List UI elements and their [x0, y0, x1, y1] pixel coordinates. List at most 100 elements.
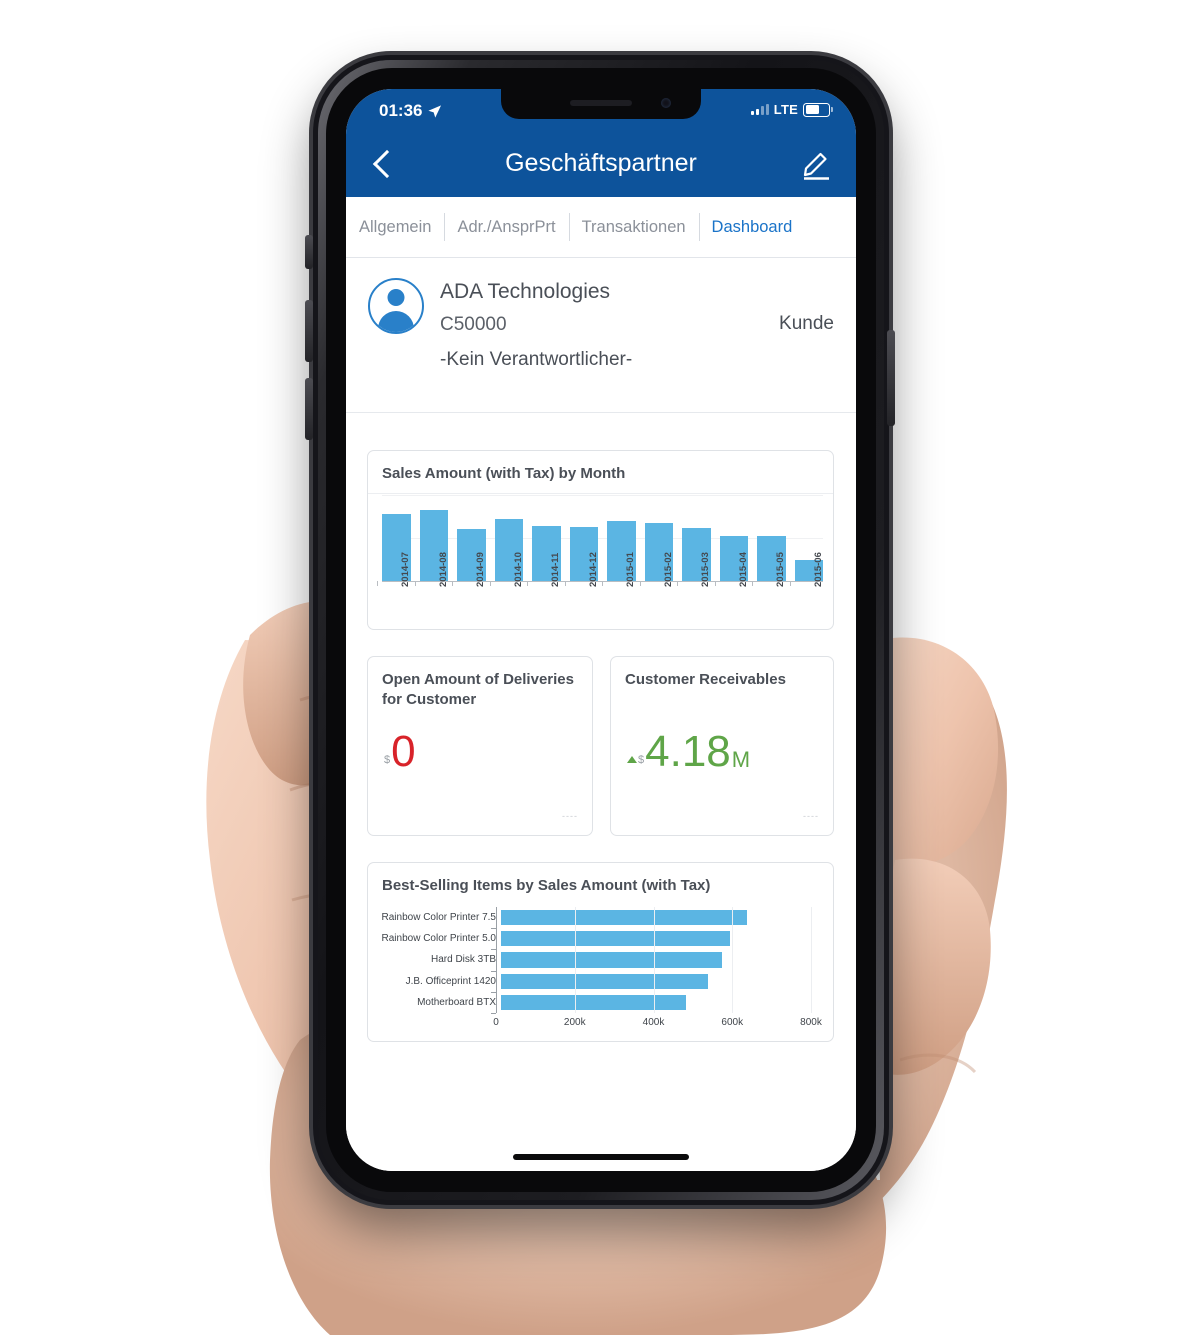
axis-tick-label: 2014-10	[512, 552, 524, 587]
tab-adr-ansprprt[interactable]: Adr./AnsprPrt	[444, 211, 568, 243]
card-customer-receivables[interactable]: Customer Receivables $ 4.18 M ----	[610, 656, 834, 836]
status-time-group: 01:36	[379, 101, 442, 121]
bar	[501, 931, 730, 947]
bar-label: Rainbow Color Printer 5.0	[381, 933, 497, 945]
bar-label: Rainbow Color Printer 7.5	[381, 912, 497, 924]
card-footer-marker: ----	[562, 811, 578, 821]
phone-notch	[501, 89, 701, 119]
axis-tick	[491, 970, 496, 972]
edit-button[interactable]	[800, 147, 840, 185]
bar-row: J.B. Officeprint 1420	[378, 971, 819, 992]
bar-row: Hard Disk 3TB	[378, 949, 819, 970]
bar	[501, 973, 708, 989]
axis-tick-label: 2015-04	[737, 552, 749, 587]
partner-name: ADA Technologies	[440, 280, 611, 303]
bar-row: Rainbow Color Printer 5.0	[378, 928, 819, 949]
cards-area: Sales Amount (with Tax) by Month 2014-07…	[346, 413, 856, 1113]
vertical-bar-chart: 2014-07 2014-08 2014-09 2014-10 2014-11 2014-…	[377, 495, 824, 623]
card-sales-by-month[interactable]: Sales Amount (with Tax) by Month 2014-07…	[367, 450, 834, 630]
gridline	[732, 907, 734, 1013]
gridline	[811, 907, 812, 1013]
axis-tick	[491, 928, 496, 930]
card-title: Best-Selling Items by Sales Amount (with…	[382, 877, 711, 894]
axis-tick-label: 2015-06	[812, 552, 824, 587]
tab-bar: Allgemein Adr./AnsprPrt Transaktionen Da…	[346, 197, 856, 258]
power-button[interactable]	[887, 330, 895, 426]
bar-row: Motherboard BTX	[378, 992, 819, 1013]
horizontal-bar-chart: Rainbow Color Printer 7.5 Rainbow Color P…	[378, 907, 822, 1031]
axis-tick-label: 2015-03	[700, 552, 712, 587]
kpi-number: 0	[391, 727, 416, 776]
partner-role-badge: Kunde	[779, 313, 834, 334]
gridline	[653, 907, 655, 1013]
bar-track	[501, 907, 819, 928]
tab-transaktionen[interactable]: Transaktionen	[568, 211, 699, 243]
gridline	[574, 907, 576, 1013]
axis-tick-label: 2014-11	[550, 552, 562, 587]
card-title: Customer Receivables	[625, 671, 786, 688]
pencil-edit-icon	[803, 152, 829, 180]
volume-down-button[interactable]	[305, 378, 313, 440]
triangle-up-icon	[627, 755, 637, 763]
earpiece-speaker	[570, 100, 632, 106]
status-time: 01:36	[379, 101, 423, 120]
axis-tick-label: 2014-09	[475, 552, 487, 587]
partner-owner: -Kein Verantwortlicher-	[440, 349, 633, 370]
signal-bars-icon	[750, 104, 769, 115]
card-title: Sales Amount (with Tax) by Month	[368, 451, 833, 494]
home-indicator[interactable]	[513, 1154, 689, 1160]
card-footer-marker: ----	[803, 811, 819, 821]
tab-allgemein[interactable]: Allgemein	[346, 211, 444, 243]
bar-series: Rainbow Color Printer 7.5 Rainbow Color P…	[378, 907, 819, 1013]
axis-tick	[491, 1013, 496, 1014]
navigation-bar: Geschäftspartner	[346, 133, 856, 197]
card-best-selling-items[interactable]: Best-Selling Items by Sales Amount (with…	[367, 862, 834, 1042]
card-open-amount-deliveries[interactable]: Open Amount of Deliveries for Customer $…	[367, 656, 593, 836]
kpi-unit: $	[638, 753, 645, 766]
kpi-value-group: $ 4.18 M	[627, 727, 751, 776]
axis-tick-label: 800k	[800, 1017, 822, 1028]
x-axis-labels: 2014-07 2014-08 2014-09 2014-10 2014-11 2014-…	[382, 552, 824, 623]
axis-tick	[491, 991, 496, 993]
x-axis-labels: 0 200k 400k 600k 800k	[493, 1017, 822, 1035]
bar	[501, 994, 686, 1010]
dashboard-content[interactable]: ADA Technologies C50000 Kunde -Kein Vera…	[346, 258, 856, 1171]
axis-tick-label: 2015-01	[625, 552, 637, 587]
axis-tick-label: 2014-07	[400, 552, 412, 587]
kpi-number: 4.18	[645, 727, 731, 776]
axis-tick-label: 2014-12	[587, 552, 599, 587]
bar-label: Motherboard BTX	[417, 996, 496, 1008]
bar-track	[501, 992, 819, 1013]
kpi-scale: M	[731, 746, 751, 772]
axis-tick-label: 600k	[721, 1017, 744, 1028]
bar-label: J.B. Officeprint 1420	[405, 975, 496, 987]
kpi-value-group: $ 0	[384, 727, 417, 776]
bar-row: Rainbow Color Printer 7.5	[378, 907, 819, 928]
location-arrow-icon	[428, 104, 442, 118]
axis-tick-label: 400k	[642, 1017, 665, 1028]
bar-label: Hard Disk 3TB	[430, 954, 496, 966]
mute-switch[interactable]	[305, 235, 313, 269]
axis-tick-label: 2014-08	[437, 552, 449, 587]
battery-icon	[803, 102, 833, 117]
bar-track	[501, 971, 819, 992]
volume-up-button[interactable]	[305, 300, 313, 362]
axis-tick	[491, 949, 496, 951]
phone-screen: 01:36 LTE Geschäftspartner Allgemein Adr…	[346, 89, 856, 1171]
network-type-label: LTE	[773, 102, 798, 117]
bar-track	[501, 928, 819, 949]
person-avatar-icon	[368, 278, 424, 334]
bar	[501, 952, 722, 968]
axis-tick-label: 0	[493, 1017, 499, 1028]
tab-dashboard[interactable]: Dashboard	[698, 211, 806, 243]
axis-tick-label: 2015-05	[775, 552, 787, 587]
bar	[501, 910, 748, 926]
front-camera	[661, 98, 671, 108]
page-title: Geschäftspartner	[505, 149, 697, 177]
bar-track	[501, 949, 819, 970]
axis-tick-label: 200k	[563, 1017, 586, 1028]
kpi-unit: $	[384, 753, 391, 766]
card-title: Open Amount of Deliveries for Customer	[382, 671, 574, 708]
partner-id: C50000	[440, 314, 507, 335]
axis-tick-label: 2015-02	[662, 552, 674, 587]
